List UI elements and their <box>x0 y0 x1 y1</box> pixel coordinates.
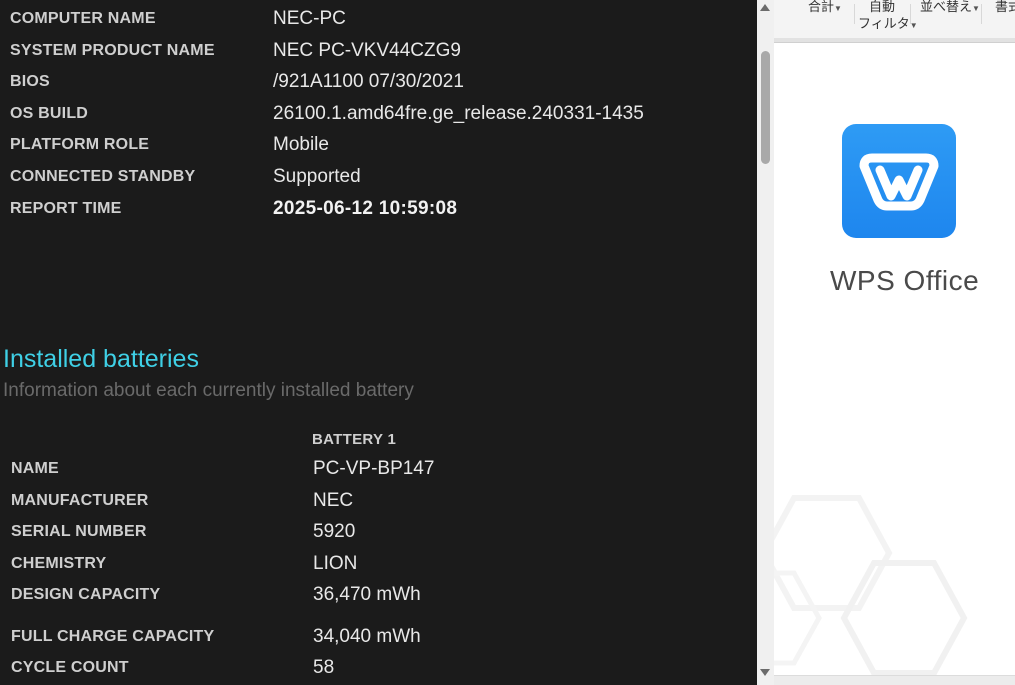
info-row-system-product-name: SYSTEM PRODUCT NAME NEC PC-VKV44CZG9 <box>0 40 757 65</box>
scrollbar-thumb[interactable] <box>761 51 770 164</box>
info-label: SYSTEM PRODUCT NAME <box>10 42 215 59</box>
chevron-down-icon: ▼ <box>834 4 842 13</box>
wps-logo-icon <box>842 124 956 238</box>
battery-row-cycle-count: CYCLE COUNT 58 <box>0 657 757 682</box>
battery-label: CHEMISTRY <box>11 555 107 572</box>
battery-value: 36,470 mWh <box>313 584 421 605</box>
ribbon-toolbar: 合計▼ 自動 フィルタ▼ 並べ替え▼ 書式 <box>774 0 1015 38</box>
info-label: CONNECTED STANDBY <box>10 168 196 185</box>
battery-row-manufacturer: MANUFACTURER NEC <box>0 490 757 515</box>
auto-filter-label-line1: 自動 <box>869 0 896 14</box>
battery-value: NEC <box>313 490 354 511</box>
battery-row-serial-number: SERIAL NUMBER 5920 <box>0 521 757 546</box>
battery-row-full-charge-capacity: FULL CHARGE CAPACITY 34,040 mWh <box>0 626 757 651</box>
screen: COMPUTER NAME NEC-PC SYSTEM PRODUCT NAME… <box>0 0 1015 685</box>
battery-label: DESIGN CAPACITY <box>11 586 161 603</box>
info-row-bios: BIOS /921A1100 07/30/2021 <box>0 71 757 96</box>
battery-label: NAME <box>11 460 59 477</box>
format-button[interactable]: 書式 <box>995 0 1015 14</box>
auto-filter-button[interactable]: 自動 <box>869 0 895 14</box>
battery-label: MANUFACTURER <box>11 492 149 509</box>
info-value: Mobile <box>273 134 329 155</box>
sum-label: 合計 <box>808 0 835 14</box>
wps-splash-panel: WPS Office <box>774 43 1015 675</box>
wps-app-name: WPS Office <box>830 265 980 296</box>
battery-value: LION <box>313 553 358 574</box>
battery-label: CYCLE COUNT <box>11 659 129 676</box>
wps-office-window: 合計▼ 自動 フィルタ▼ 並べ替え▼ 書式 WPS Office <box>774 0 1015 685</box>
battery-report-pane: COMPUTER NAME NEC-PC SYSTEM PRODUCT NAME… <box>0 0 757 685</box>
battery-column-header: BATTERY 1 <box>312 431 397 448</box>
battery-row-name: NAME PC-VP-BP147 <box>0 458 757 483</box>
ribbon-divider <box>910 4 911 24</box>
sum-button[interactable]: 合計▼ <box>808 0 842 16</box>
battery-row-chemistry: CHEMISTRY LION <box>0 553 757 578</box>
scroll-down-arrow-icon[interactable] <box>760 669 770 676</box>
info-value: NEC-PC <box>273 8 346 29</box>
battery-value: 34,040 mWh <box>313 626 421 647</box>
battery-value: 58 <box>313 657 335 678</box>
info-row-connected-standby: CONNECTED STANDBY Supported <box>0 166 757 191</box>
info-label: COMPUTER NAME <box>10 10 156 27</box>
sort-button[interactable]: 並べ替え▼ <box>920 0 980 16</box>
section-title: Installed batteries <box>3 345 199 373</box>
info-value: /921A1100 07/30/2021 <box>273 71 464 92</box>
battery-label: FULL CHARGE CAPACITY <box>11 628 215 645</box>
hexagon-decoration <box>774 495 968 675</box>
info-label: BIOS <box>10 73 50 90</box>
info-row-computer-name: COMPUTER NAME NEC-PC <box>0 8 757 33</box>
window-bottom-strip <box>774 675 1015 685</box>
info-value: NEC PC-VKV44CZG9 <box>273 40 461 61</box>
info-label: PLATFORM ROLE <box>10 136 150 153</box>
battery-value: 5920 <box>313 521 356 542</box>
ribbon-divider <box>981 4 982 24</box>
info-row-platform-role: PLATFORM ROLE Mobile <box>0 134 757 159</box>
info-label: OS BUILD <box>10 105 89 122</box>
auto-filter-dropdown[interactable]: フィルタ▼ <box>858 17 918 33</box>
info-row-os-build: OS BUILD 26100.1.amd64fre.ge_release.240… <box>0 103 757 128</box>
scroll-up-arrow-icon[interactable] <box>760 4 770 11</box>
vertical-scrollbar[interactable] <box>757 0 774 685</box>
auto-filter-label-line2: フィルタ <box>858 16 910 31</box>
info-value: 26100.1.amd64fre.ge_release.240331-1435 <box>273 103 644 124</box>
info-row-report-time: REPORT TIME 2025-06-12 10:59:08 <box>0 198 757 223</box>
battery-value: PC-VP-BP147 <box>313 458 435 479</box>
battery-label: SERIAL NUMBER <box>11 523 147 540</box>
info-label: REPORT TIME <box>10 200 122 217</box>
info-value: 2025-06-12 10:59:08 <box>273 198 458 219</box>
battery-row-design-capacity: DESIGN CAPACITY 36,470 mWh <box>0 584 757 609</box>
section-subtitle: Information about each currently install… <box>3 380 414 401</box>
sort-label: 並べ替え <box>920 0 973 14</box>
info-value: Supported <box>273 166 361 187</box>
format-label: 書式 <box>995 0 1015 14</box>
ribbon-divider <box>854 4 855 24</box>
chevron-down-icon: ▼ <box>972 4 980 13</box>
